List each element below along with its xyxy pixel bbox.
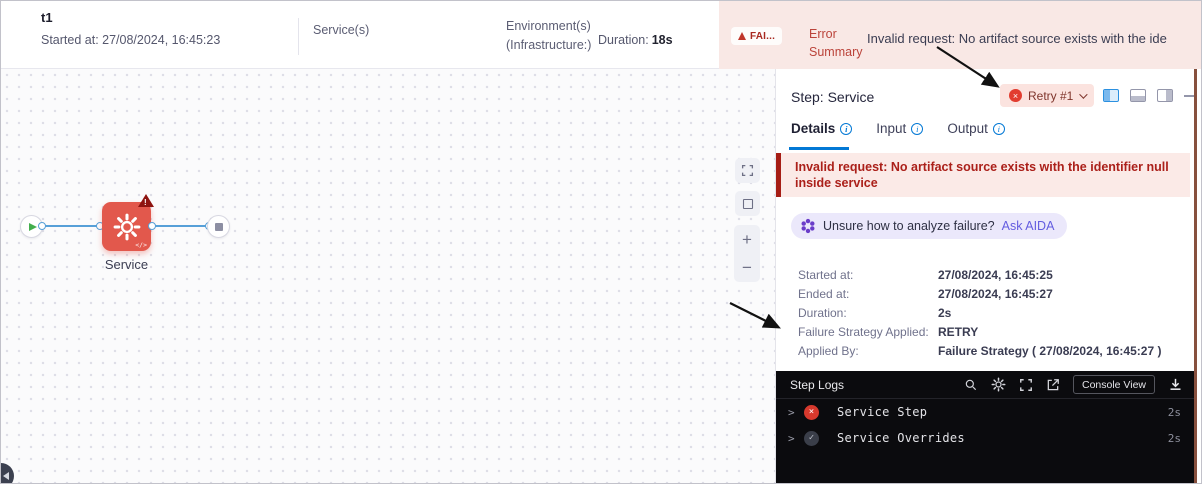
step-logs-header: Step Logs Console View xyxy=(776,371,1195,399)
error-summary-message[interactable]: Invalid request: No artifact source exis… xyxy=(867,31,1167,46)
duration-label: Duration: xyxy=(598,33,649,47)
pipeline-name: t1 xyxy=(41,10,53,25)
tab-output[interactable]: Output i xyxy=(947,121,1005,136)
selection-square-icon xyxy=(742,198,753,209)
layout-bottom-panel-icon[interactable] xyxy=(1130,89,1146,102)
pipeline-execution-window: t1 Started at: 27/08/2024, 16:45:23 Dura… xyxy=(0,0,1202,484)
environments-label: Environment(s) (Infrastructure:) xyxy=(506,17,591,56)
log-duration: 2s xyxy=(1167,405,1181,419)
tab-input[interactable]: Input i xyxy=(876,121,924,136)
canvas-zoom-controls: + − xyxy=(734,225,760,282)
execution-header: t1 Started at: 27/08/2024, 16:45:23 Dura… xyxy=(1,1,1201,69)
started-at-text: Started at: 27/08/2024, 16:45:23 xyxy=(41,33,221,47)
expand-fullscreen-icon[interactable] xyxy=(1019,378,1033,392)
aida-prompt-text: Unsure how to analyze failure? xyxy=(823,219,995,233)
info-icon: i xyxy=(840,122,853,135)
edge-start-to-service xyxy=(42,225,100,227)
detail-row-failure-strategy: Failure Strategy Applied: RETRY xyxy=(798,324,979,339)
settings-gear-icon[interactable] xyxy=(991,377,1006,392)
pipeline-canvas[interactable]: ! </> Service + − xyxy=(1,69,776,483)
detail-row-applied-by: Applied By: Failure Strategy ( 27/08/202… xyxy=(798,343,1162,358)
tab-details[interactable]: Details i xyxy=(791,121,853,136)
failed-status-icon: × xyxy=(804,404,819,420)
edge-service-to-end xyxy=(153,225,209,227)
log-row-service-overrides[interactable]: > ✓ Service Overrides 2s xyxy=(776,425,1195,451)
aida-icon xyxy=(801,218,815,234)
step-error-text: Invalid request: No artifact source exis… xyxy=(795,159,1169,190)
node-failure-warning-icon: ! xyxy=(138,194,154,207)
search-icon[interactable] xyxy=(964,378,978,392)
step-logs-console: Step Logs Console View > × Service Step … xyxy=(776,371,1195,483)
arrow-left-icon xyxy=(3,472,9,480)
play-icon xyxy=(28,222,37,231)
console-view-button[interactable]: Console View xyxy=(1072,375,1155,394)
code-icon: </> xyxy=(135,241,147,249)
step-details-panel: Step: Service × Retry #1 Details i Input… xyxy=(776,69,1201,483)
retry-label: Retry #1 xyxy=(1028,88,1074,103)
connector-dot xyxy=(148,222,156,230)
canvas-fullscreen-button[interactable] xyxy=(735,158,760,183)
chevron-right-icon[interactable]: > xyxy=(788,432,804,445)
step-panel-title: Step: Service xyxy=(791,89,875,105)
step-tabs: Details i Input i Output i xyxy=(791,121,1005,136)
step-detail-list: Started at: 27/08/2024, 16:45:25 Ended a… xyxy=(798,265,1188,360)
duration-value: 18s xyxy=(651,33,673,47)
detail-row-ended-at: Ended at: 27/08/2024, 16:45:27 xyxy=(798,286,1053,301)
retry-dropdown[interactable]: × Retry #1 xyxy=(1000,84,1095,107)
step-logs-title: Step Logs xyxy=(790,377,845,392)
info-icon: i xyxy=(911,122,924,135)
panel-layout-controls xyxy=(1103,89,1197,102)
failed-status-badge[interactable]: FAI... xyxy=(731,27,783,45)
success-status-icon: ✓ xyxy=(804,430,819,446)
end-node[interactable] xyxy=(207,215,230,238)
open-external-icon[interactable] xyxy=(1046,378,1060,392)
chevron-right-icon[interactable]: > xyxy=(788,406,804,419)
log-row-service-step[interactable]: > × Service Step 2s xyxy=(776,399,1195,425)
fullscreen-icon xyxy=(741,164,754,177)
failed-badge-label: FAI... xyxy=(750,30,776,42)
header-divider xyxy=(298,18,299,55)
services-label: Service(s) xyxy=(313,23,370,37)
zoom-in-button[interactable]: + xyxy=(742,231,752,248)
log-duration: 2s xyxy=(1167,431,1181,445)
aida-suggestion-pill[interactable]: Unsure how to analyze failure? Ask AIDA xyxy=(791,213,1068,239)
layout-left-panel-icon[interactable] xyxy=(1103,89,1119,102)
duration-text: Duration: 18s xyxy=(598,33,673,47)
connector-dot xyxy=(38,222,46,230)
canvas-select-button[interactable] xyxy=(735,191,760,216)
gear-icon xyxy=(113,213,140,240)
download-logs-icon[interactable] xyxy=(1168,377,1183,392)
active-tab-underline xyxy=(789,147,849,150)
info-icon: i xyxy=(992,122,1005,135)
service-node-label: Service xyxy=(104,257,149,272)
layout-right-panel-icon[interactable] xyxy=(1157,89,1173,102)
chevron-down-icon xyxy=(1079,89,1089,99)
warning-triangle-icon xyxy=(738,32,746,40)
detail-row-started-at: Started at: 27/08/2024, 16:45:25 xyxy=(798,267,1053,282)
infrastructure-label: (Infrastructure:) xyxy=(506,38,592,53)
zoom-out-button[interactable]: − xyxy=(742,259,752,276)
stop-icon xyxy=(214,222,223,231)
panel-scrollbar[interactable] xyxy=(1194,69,1197,483)
retry-failed-icon: × xyxy=(1009,89,1022,102)
detail-row-duration: Duration: 2s xyxy=(798,305,952,320)
service-step-node[interactable]: ! </> xyxy=(102,194,154,251)
step-error-banner: Invalid request: No artifact source exis… xyxy=(776,153,1190,197)
ask-aida-link[interactable]: Ask AIDA xyxy=(1002,219,1055,233)
error-summary-label: Error Summary xyxy=(809,27,863,60)
